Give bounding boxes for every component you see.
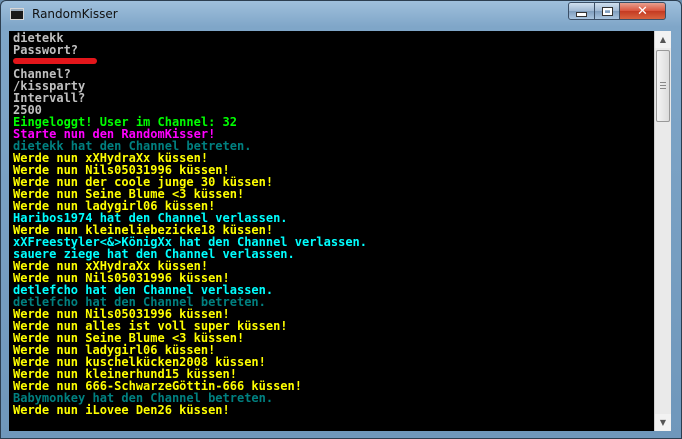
scroll-down-button[interactable]: ▼	[655, 414, 671, 431]
scroll-down-arrow-icon: ▼	[659, 418, 667, 427]
console-line: Passwort?	[13, 43, 79, 57]
console-app-icon[interactable]	[10, 8, 24, 20]
close-button[interactable]: ✕	[619, 2, 666, 20]
thumb-grip	[660, 85, 666, 86]
console-line: Werde nun iLovee Den26 küssen!	[13, 403, 230, 417]
console-output[interactable]: dietekk Passwort? Channel?/kissparty Interv…	[9, 31, 654, 431]
console-line: Intervall?	[13, 91, 86, 105]
window-title: RandomKisser	[32, 7, 118, 21]
thumb-grip	[660, 82, 666, 83]
console-lines: dietekk Passwort? Channel?/kissparty Interv…	[13, 32, 367, 416]
maximize-icon	[601, 6, 613, 16]
redacted-password-line	[13, 56, 367, 68]
scroll-up-button[interactable]: ▲	[655, 31, 671, 48]
minimize-button[interactable]	[568, 2, 595, 20]
close-icon: ✕	[637, 3, 648, 19]
scroll-up-arrow-icon: ▲	[659, 35, 667, 44]
vertical-scrollbar[interactable]: ▲ ▼	[654, 31, 671, 431]
title-bar[interactable]: RandomKisser ✕	[1, 1, 681, 29]
maximize-button[interactable]	[594, 2, 620, 20]
redaction-mark	[13, 58, 97, 64]
thumb-grip	[660, 88, 666, 89]
minimize-icon	[576, 11, 587, 17]
scroll-thumb[interactable]	[656, 50, 670, 122]
console-window: RandomKisser ✕ dietekk Passwort? Channel? /…	[0, 0, 682, 439]
